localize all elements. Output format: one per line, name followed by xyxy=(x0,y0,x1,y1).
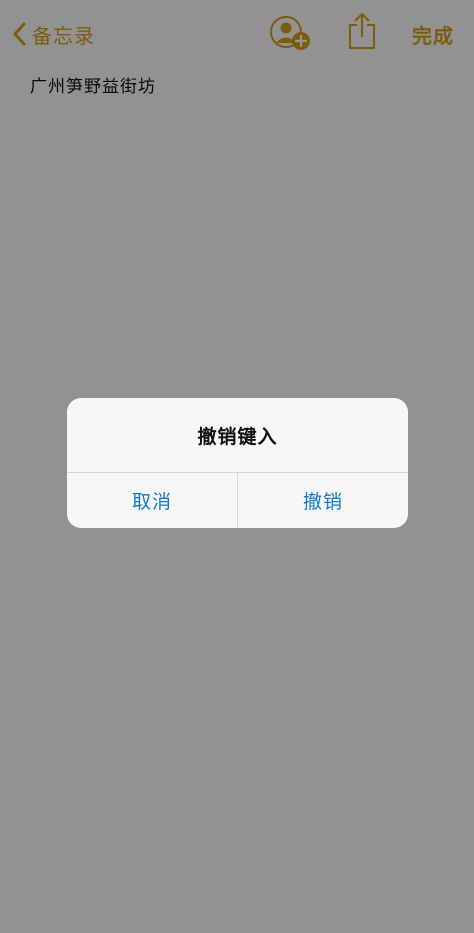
undo-button[interactable]: 撤销 xyxy=(238,473,408,528)
cancel-button[interactable]: 取消 xyxy=(67,473,237,528)
alert-title: 撤销键入 xyxy=(197,425,278,448)
undo-typing-alert: 撤销键入 取消 撤销 xyxy=(67,398,408,528)
